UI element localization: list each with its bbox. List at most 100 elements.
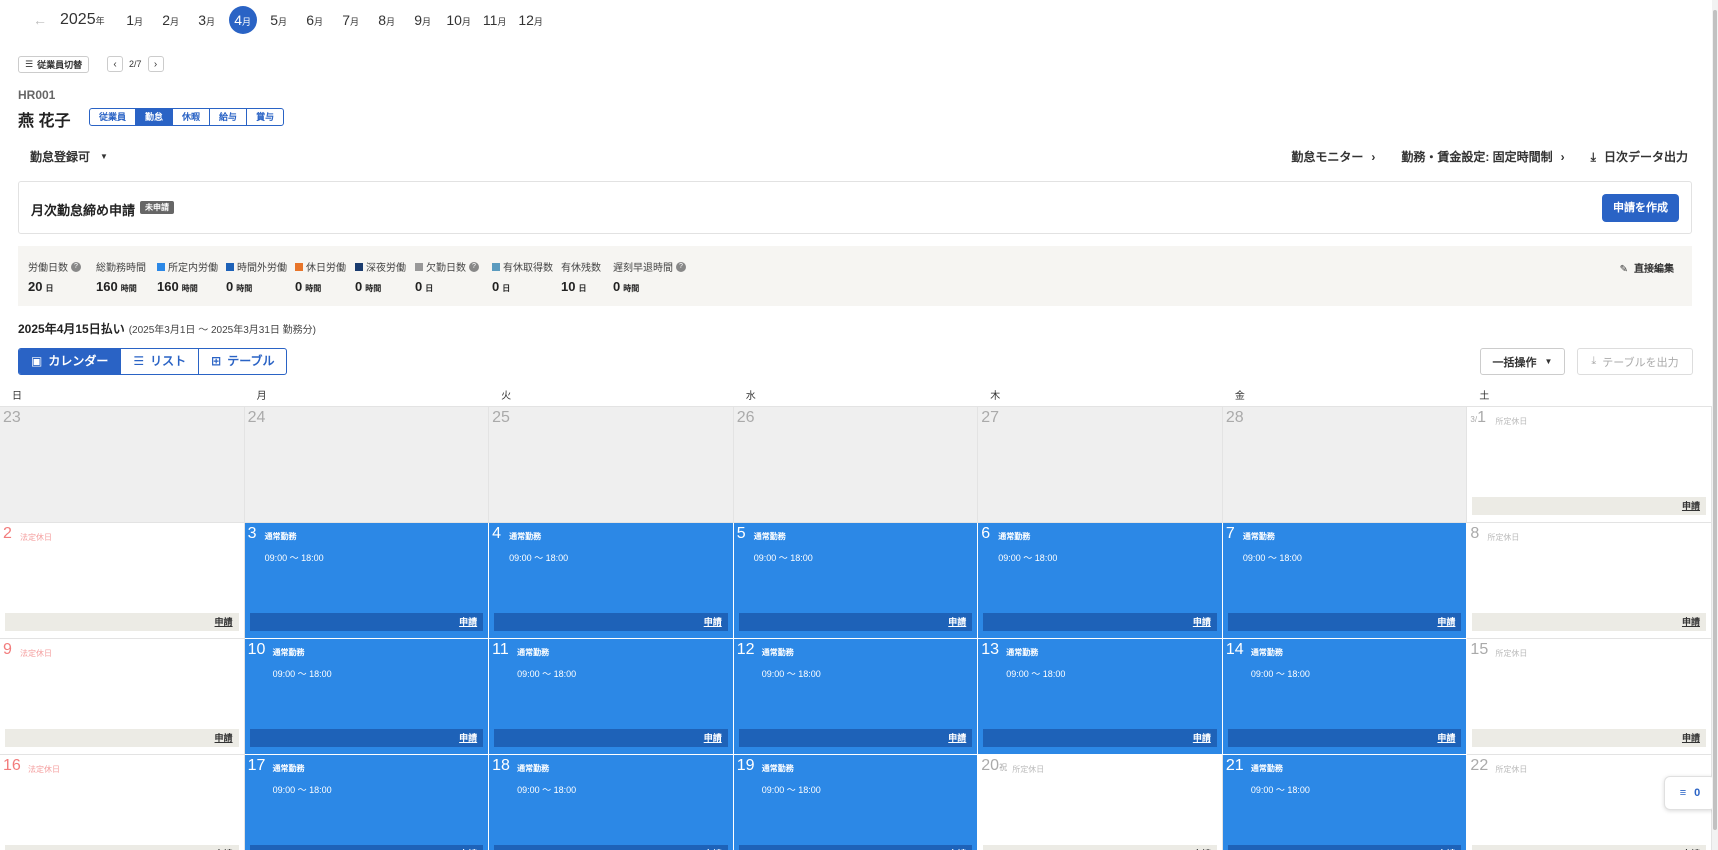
employee-tab-1[interactable]: 勤怠: [135, 109, 173, 125]
calendar-day-cell[interactable]: 7 通常勤務 09:00 ～ 18:00 申請: [1222, 523, 1468, 639]
apply-link[interactable]: 申請: [983, 613, 1217, 631]
calendar-day-cell[interactable]: 3 通常勤務 09:00 ～ 18:00 申請: [244, 523, 490, 639]
apply-link[interactable]: 申請: [1227, 613, 1462, 631]
closing-label: 月次勤怠締め申請: [31, 203, 136, 218]
calendar-day-cell[interactable]: 23: [0, 407, 245, 523]
apply-link[interactable]: 申請: [5, 845, 239, 850]
weekday-金: 金: [1234, 391, 1245, 402]
apply-link[interactable]: 申請: [738, 613, 973, 631]
tab-table[interactable]: ⊞ テーブル: [198, 349, 286, 374]
calendar-day-cell[interactable]: 5 通常勤務 09:00 ～ 18:00 申請: [733, 523, 979, 639]
apply-link[interactable]: 申請: [5, 729, 239, 747]
calendar-day-cell[interactable]: 21 通常勤務 09:00 ～ 18:00 申請: [1222, 755, 1468, 850]
calendar-day-cell[interactable]: 13 通常勤務 09:00 ～ 18:00 申請: [978, 639, 1223, 755]
calendar-day-cell[interactable]: 25: [489, 407, 734, 523]
apply-link[interactable]: 申請: [1472, 497, 1706, 515]
weekday-月: 月: [256, 391, 267, 402]
month-5[interactable]: 5月: [261, 6, 297, 34]
month-10[interactable]: 10月: [441, 6, 477, 34]
tab-list[interactable]: ☰ リスト: [120, 349, 198, 374]
month-1[interactable]: 1月: [117, 6, 153, 34]
employee-tab-3[interactable]: 給与: [209, 109, 246, 125]
apply-link[interactable]: 申請: [494, 613, 728, 631]
month-12[interactable]: 12月: [513, 6, 549, 34]
help-icon[interactable]: ?: [469, 261, 479, 272]
summary-stat-value: 160 時間: [96, 279, 137, 294]
work-time: 09:00 ～ 18:00: [753, 553, 813, 563]
prev-employee-button[interactable]: ‹: [107, 56, 123, 72]
weekday-土: 土: [1479, 391, 1490, 402]
table-export-button[interactable]: ⤓ テーブルを出力: [1577, 348, 1693, 375]
month-6[interactable]: 6月: [297, 6, 333, 34]
month-4[interactable]: 4月: [225, 6, 261, 34]
apply-link[interactable]: 申請: [249, 845, 484, 850]
calendar-day-cell[interactable]: 17 通常勤務 09:00 ～ 18:00 申請: [244, 755, 490, 850]
apply-link[interactable]: 申請: [983, 845, 1217, 850]
settings-link[interactable]: 勤務・賃金設定: 固定時間制 ›: [1401, 148, 1564, 165]
request-list-button[interactable]: ≡ 0: [1664, 776, 1716, 810]
apply-link[interactable]: 申請: [738, 729, 973, 747]
apply-link[interactable]: 申請: [983, 729, 1217, 747]
month-11[interactable]: 11月: [477, 6, 513, 34]
calendar-day-cell[interactable]: 4 通常勤務 09:00 ～ 18:00 申請: [489, 523, 734, 639]
apply-link[interactable]: 申請: [494, 729, 728, 747]
employee-tab-2[interactable]: 休暇: [172, 109, 209, 125]
month-8[interactable]: 8月: [369, 6, 405, 34]
calendar-day-cell[interactable]: 19 通常勤務 09:00 ～ 18:00 申請: [733, 755, 979, 850]
month-7[interactable]: 7月: [333, 6, 369, 34]
summary-stat-label: 総勤務時間: [96, 263, 146, 274]
next-employee-button[interactable]: ›: [147, 56, 164, 72]
employee-tab-0[interactable]: 従業員: [90, 109, 135, 125]
calendar-day-cell[interactable]: 10 通常勤務 09:00 ～ 18:00 申請: [244, 639, 490, 755]
apply-link[interactable]: 申請: [249, 613, 484, 631]
calendar-day-cell[interactable]: 12 通常勤務 09:00 ～ 18:00 申請: [733, 639, 979, 755]
summary-stat-value: 0 時間: [355, 279, 382, 294]
create-request-button[interactable]: 申請を作成: [1602, 194, 1679, 222]
monitor-link[interactable]: 勤怠モニター ›: [1291, 148, 1375, 165]
bulk-action-button[interactable]: 一括操作 ▼: [1480, 348, 1565, 375]
month-2[interactable]: 2月: [153, 6, 189, 34]
status-badge: 未申請: [140, 201, 174, 214]
calendar-day-cell[interactable]: 14 通常勤務 09:00 ～ 18:00 申請: [1222, 639, 1468, 755]
day-number: 2: [3, 525, 12, 542]
daily-export-button[interactable]: ⤓ 日次データ出力: [1591, 148, 1688, 165]
status-dropdown[interactable]: 勤怠登録可 ▼: [30, 148, 108, 165]
month-3[interactable]: 3月: [189, 6, 225, 34]
calendar-day-cell[interactable]: 27: [978, 407, 1223, 523]
calendar-day-cell[interactable]: 26: [733, 407, 979, 523]
work-time: 09:00 ～ 18:00: [1006, 669, 1066, 679]
calendar-day-cell[interactable]: 18 通常勤務 09:00 ～ 18:00 申請: [489, 755, 734, 850]
calendar-day-cell[interactable]: 6 通常勤務 09:00 ～ 18:00 申請: [978, 523, 1223, 639]
calendar-day-cell[interactable]: 15 所定休日 申請: [1467, 639, 1712, 755]
apply-link[interactable]: 申請: [1472, 729, 1706, 747]
work-time: 09:00 ～ 18:00: [761, 785, 821, 795]
employee-tab-4[interactable]: 賞与: [246, 109, 283, 125]
apply-link[interactable]: 申請: [1472, 845, 1706, 850]
apply-link[interactable]: 申請: [1227, 729, 1462, 747]
apply-link[interactable]: 申請: [249, 729, 484, 747]
calendar-day-cell[interactable]: 9 法定休日 申請: [0, 639, 245, 755]
holiday-tag: 所定休日: [1495, 417, 1528, 426]
calendar-day-cell[interactable]: 3/1 所定休日 申請: [1467, 407, 1712, 523]
apply-link[interactable]: 申請: [5, 613, 239, 631]
apply-link[interactable]: 申請: [1227, 845, 1462, 850]
help-icon[interactable]: ?: [71, 261, 81, 272]
calendar-day-cell[interactable]: 20祝所定休日申請: [978, 755, 1223, 850]
calendar-day-cell[interactable]: 28: [1222, 407, 1468, 523]
calendar-day-cell[interactable]: 2 法定休日 申請: [0, 523, 245, 639]
weekday-水: 水: [745, 391, 756, 402]
help-icon[interactable]: ?: [676, 261, 686, 272]
tab-calendar[interactable]: ▣ カレンダー: [19, 349, 121, 374]
direct-edit-button[interactable]: ✎ 直接編集: [1620, 260, 1674, 275]
apply-link[interactable]: 申請: [1472, 613, 1706, 631]
calendar-day-cell[interactable]: 8 所定休日 申請: [1467, 523, 1712, 639]
scrollbar[interactable]: [1712, 0, 1718, 850]
employee-switch-button[interactable]: ☰ 従業員切替: [18, 56, 90, 73]
back-arrow-icon[interactable]: ←: [30, 12, 50, 28]
month-9[interactable]: 9月: [405, 6, 441, 34]
calendar-day-cell[interactable]: 11 通常勤務 09:00 ～ 18:00 申請: [489, 639, 734, 755]
apply-link[interactable]: 申請: [738, 845, 973, 850]
apply-link[interactable]: 申請: [494, 845, 728, 850]
calendar-day-cell[interactable]: 16 法定休日申請: [0, 755, 245, 850]
calendar-day-cell[interactable]: 24: [244, 407, 490, 523]
